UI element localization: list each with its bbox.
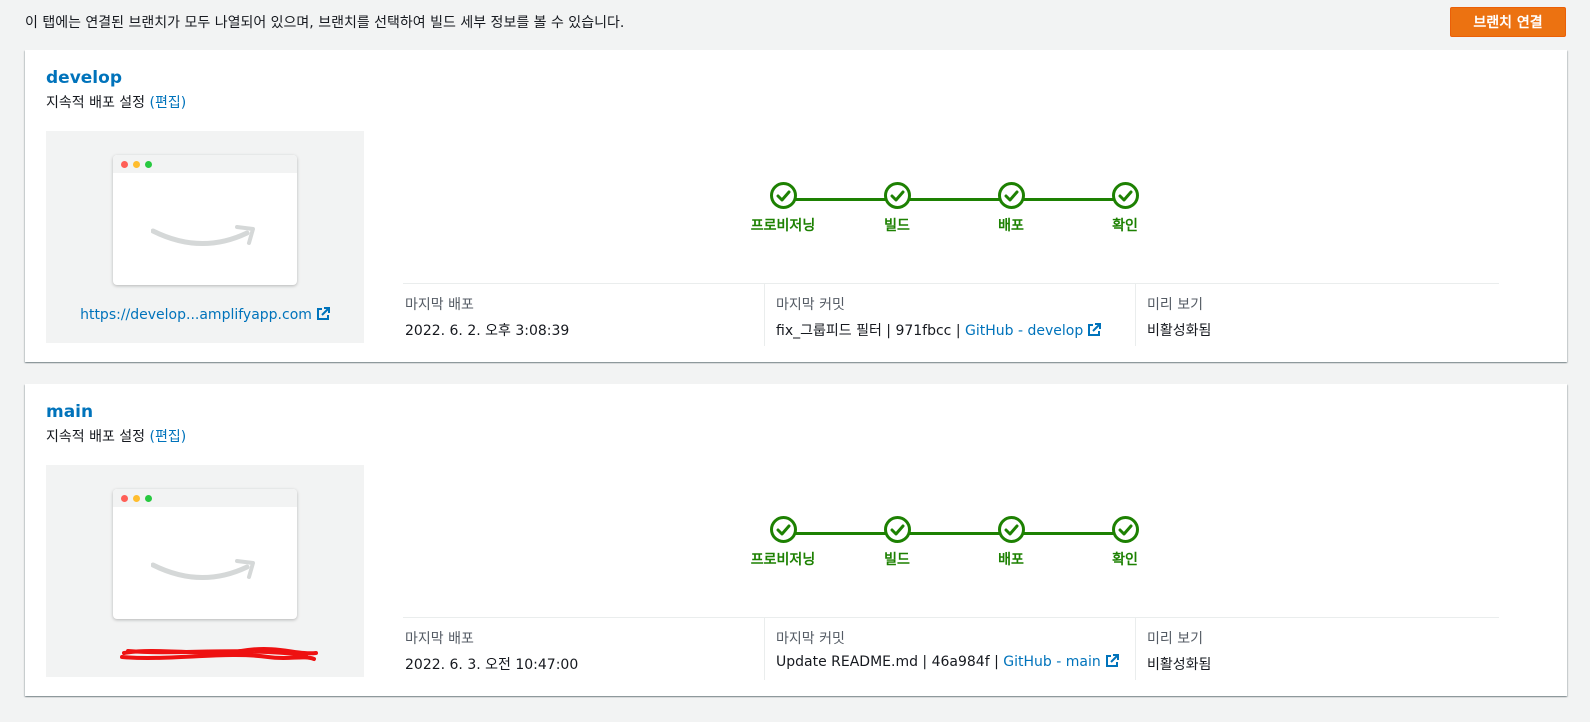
stage-label: 확인 xyxy=(1112,218,1138,234)
last-commit-column: 마지막 커밋 fix_그룹피드 필터 | 971fbcc | GitHub - … xyxy=(764,284,1136,346)
github-link[interactable]: GitHub - main xyxy=(1003,654,1100,670)
check-icon xyxy=(883,182,911,209)
preview-label: 미리 보기 xyxy=(1147,631,1203,647)
branch-card-develop: develop 지속적 배포 설정 (편집) https://develop..… xyxy=(25,50,1567,362)
intro-text: 이 탭에는 연결된 브랜치가 모두 나열되어 있으며, 브랜치를 선택하여 빌드… xyxy=(25,15,625,31)
stage-label: 프로비저닝 xyxy=(750,552,816,568)
check-icon xyxy=(883,516,911,543)
last-deploy-column: 마지막 배포 2022. 6. 3. 오전 10:47:00 xyxy=(403,618,763,680)
branch-info-row: 마지막 배포 2022. 6. 3. 오전 10:47:00 마지막 커밋 Up… xyxy=(403,617,1499,680)
check-icon xyxy=(769,182,797,209)
stage-label: 배포 xyxy=(998,218,1024,234)
preview-label: 미리 보기 xyxy=(1147,297,1203,313)
minimize-dot-icon xyxy=(133,495,140,502)
commit-text: fix_그룹피드 필터 | 971fbcc | xyxy=(776,323,961,339)
last-commit-label: 마지막 커밋 xyxy=(776,631,845,647)
commit-text: Update README.md | 46a984f | xyxy=(776,654,999,670)
last-deploy-label: 마지막 배포 xyxy=(405,631,474,647)
stage-provision: 프로비저닝 xyxy=(743,516,823,569)
preview-column: 미리 보기 비활성화됨 xyxy=(1135,284,1500,346)
browser-mockup xyxy=(113,155,297,285)
stage-deploy: 배포 xyxy=(971,182,1051,235)
stage-label: 빌드 xyxy=(884,218,910,234)
stage-label: 배포 xyxy=(998,552,1024,568)
continuous-deploy-line: 지속적 배포 설정 (편집) xyxy=(46,426,186,446)
build-pipeline: 프로비저닝 빌드 배포 확인 xyxy=(743,182,1143,242)
connect-branch-button[interactable]: 브랜치 연결 xyxy=(1450,7,1566,37)
stage-label: 프로비저닝 xyxy=(750,218,816,234)
maximize-dot-icon xyxy=(145,161,152,168)
check-icon xyxy=(769,516,797,543)
minimize-dot-icon xyxy=(133,161,140,168)
pipeline-connector xyxy=(783,532,1125,535)
branch-info-row: 마지막 배포 2022. 6. 2. 오후 3:08:39 마지막 커밋 fix… xyxy=(403,283,1499,346)
close-dot-icon xyxy=(121,495,128,502)
external-link-icon xyxy=(1087,323,1102,341)
last-commit-label: 마지막 커밋 xyxy=(776,297,845,313)
stage-build: 빌드 xyxy=(857,516,937,569)
github-link[interactable]: GitHub - develop xyxy=(965,323,1083,339)
last-commit-column: 마지막 커밋 Update README.md | 46a984f | GitH… xyxy=(764,618,1136,680)
pipeline-connector xyxy=(783,198,1125,201)
last-deploy-label: 마지막 배포 xyxy=(405,297,474,313)
last-deploy-value: 2022. 6. 3. 오전 10:47:00 xyxy=(405,657,579,673)
last-commit-value: Update README.md | 46a984f | GitHub - ma… xyxy=(776,654,1119,672)
last-deploy-column: 마지막 배포 2022. 6. 2. 오후 3:08:39 xyxy=(403,284,763,346)
cd-label: 지속적 배포 설정 xyxy=(46,95,146,111)
check-icon xyxy=(1111,516,1139,543)
external-link-icon xyxy=(316,307,330,325)
branch-card-main: main 지속적 배포 설정 (편집) 프로비저닝 빌드 배포 확인 마지막 배… xyxy=(25,384,1567,696)
stage-build: 빌드 xyxy=(857,182,937,235)
domain-link[interactable]: https://develop...amplifyapp.com xyxy=(46,307,364,325)
preview-value: 비활성화됨 xyxy=(1147,657,1212,673)
check-icon xyxy=(997,516,1025,543)
branch-preview-thumbnail[interactable] xyxy=(46,465,364,677)
stage-verify: 확인 xyxy=(1085,182,1165,235)
amazon-smile-icon xyxy=(151,559,255,580)
stage-label: 확인 xyxy=(1112,552,1138,568)
amazon-smile-icon xyxy=(151,225,255,246)
preview-value: 비활성화됨 xyxy=(1147,323,1212,339)
external-link-icon xyxy=(1105,654,1119,672)
domain-link-text[interactable]: https://develop...amplifyapp.com xyxy=(80,307,312,323)
redacted-domain-scribble[interactable] xyxy=(118,643,318,665)
branch-preview-thumbnail[interactable]: https://develop...amplifyapp.com xyxy=(46,131,364,343)
cd-label: 지속적 배포 설정 xyxy=(46,429,146,445)
last-commit-value: fix_그룹피드 필터 | 971fbcc | GitHub - develop xyxy=(776,320,1102,341)
maximize-dot-icon xyxy=(145,495,152,502)
browser-mockup xyxy=(113,489,297,619)
check-icon xyxy=(1111,182,1139,209)
browser-titlebar xyxy=(113,155,297,173)
build-pipeline: 프로비저닝 빌드 배포 확인 xyxy=(743,516,1143,576)
continuous-deploy-line: 지속적 배포 설정 (편집) xyxy=(46,92,186,112)
branch-name-link[interactable]: develop xyxy=(46,68,122,88)
stage-provision: 프로비저닝 xyxy=(743,182,823,235)
stage-deploy: 배포 xyxy=(971,516,1051,569)
close-dot-icon xyxy=(121,161,128,168)
stage-verify: 확인 xyxy=(1085,516,1165,569)
branch-name-link[interactable]: main xyxy=(46,402,93,422)
edit-link[interactable]: (편집) xyxy=(150,429,187,445)
edit-link[interactable]: (편집) xyxy=(150,95,187,111)
preview-column: 미리 보기 비활성화됨 xyxy=(1135,618,1500,680)
check-icon xyxy=(997,182,1025,209)
browser-titlebar xyxy=(113,489,297,507)
stage-label: 빌드 xyxy=(884,552,910,568)
branches-header: 이 탭에는 연결된 브랜치가 모두 나열되어 있으며, 브랜치를 선택하여 빌드… xyxy=(0,0,1590,44)
last-deploy-value: 2022. 6. 2. 오후 3:08:39 xyxy=(405,323,570,339)
